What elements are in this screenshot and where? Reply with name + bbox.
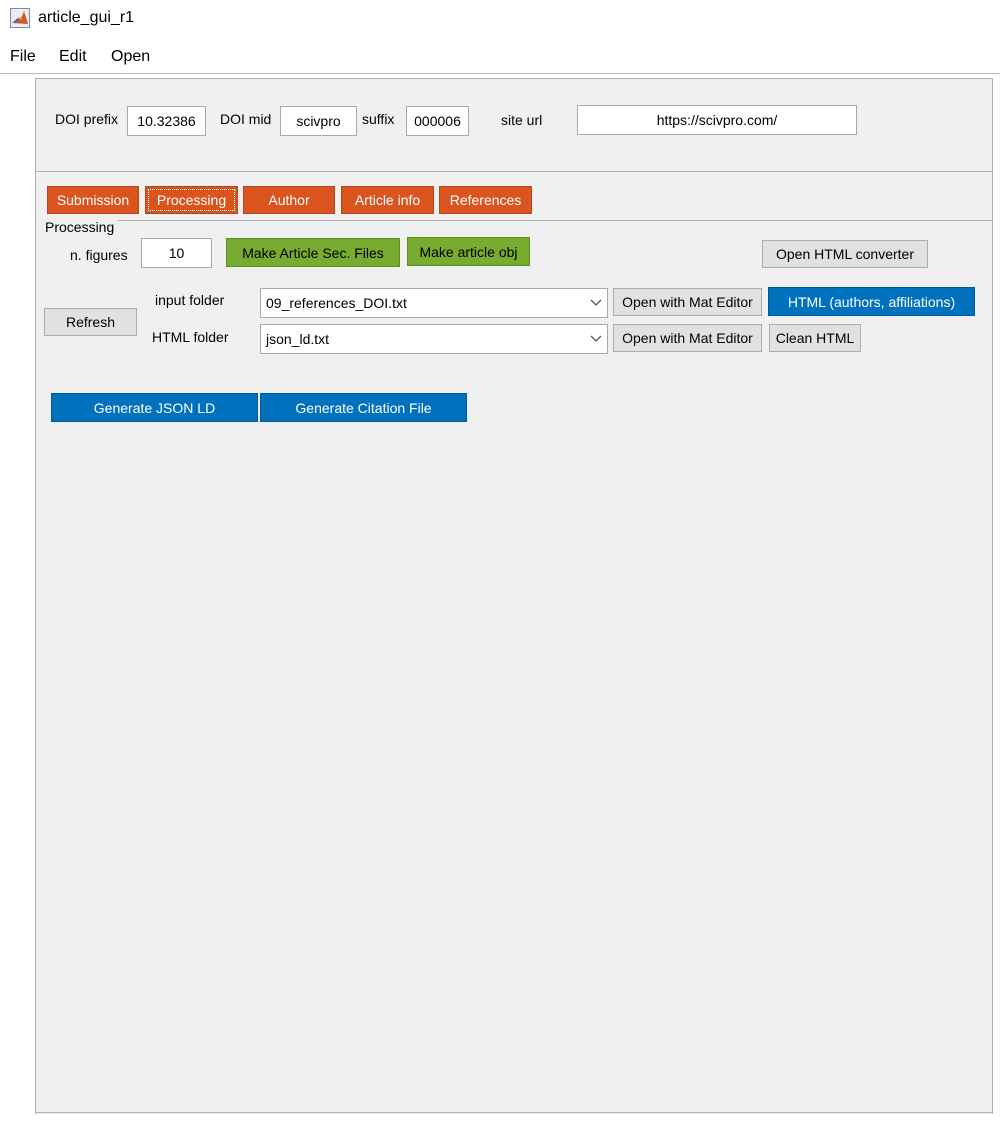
processing-group-title: Processing [43, 219, 117, 235]
open-with-mat-editor-input-button[interactable]: Open with Mat Editor [613, 288, 762, 316]
doi-mid-label: DOI mid [220, 111, 272, 127]
make-article-obj-button[interactable]: Make article obj [407, 237, 530, 266]
matlab-app-icon [10, 8, 30, 28]
doi-mid-input[interactable]: scivpro [280, 106, 357, 136]
doi-suffix-label: suffix [362, 111, 395, 127]
html-authors-affiliations-button[interactable]: HTML (authors, affiliations) [768, 287, 975, 316]
window-title-bar [0, 0, 1000, 38]
processing-group-border-left [35, 227, 36, 1113]
input-folder-dropdown[interactable]: 09_references_DOI.txt [260, 288, 608, 318]
clean-html-button[interactable]: Clean HTML [769, 324, 861, 352]
n-figures-input[interactable]: 10 [141, 238, 212, 268]
tab-submission[interactable]: Submission [47, 186, 139, 214]
open-html-converter-button[interactable]: Open HTML converter [762, 240, 928, 268]
figure-bottom-border [35, 1112, 993, 1113]
processing-group-border-top [118, 220, 993, 221]
refresh-button[interactable]: Refresh [44, 308, 137, 336]
generate-citation-file-button[interactable]: Generate Citation File [260, 393, 467, 422]
figure-area [35, 78, 993, 1114]
doi-suffix-input[interactable]: 000006 [406, 106, 469, 136]
chevron-down-icon [585, 325, 607, 353]
generate-json-ld-button[interactable]: Generate JSON LD [51, 393, 258, 422]
open-with-mat-editor-html-button[interactable]: Open with Mat Editor [613, 324, 762, 352]
html-folder-dropdown[interactable]: json_ld.txt [260, 324, 608, 354]
doi-prefix-input[interactable]: 10.32386 [127, 106, 206, 136]
menu-open[interactable]: Open [111, 48, 150, 66]
make-article-sec-files-button[interactable]: Make Article Sec. Files [226, 238, 400, 267]
chevron-down-icon [585, 289, 607, 317]
menu-file[interactable]: File [10, 48, 36, 66]
n-figures-label: n. figures [70, 247, 128, 263]
input-folder-value: 09_references_DOI.txt [266, 295, 407, 311]
doi-prefix-label: DOI prefix [55, 111, 119, 127]
tab-author[interactable]: Author [243, 186, 335, 214]
tab-article-info[interactable]: Article info [341, 186, 434, 214]
tab-processing[interactable]: Processing [145, 186, 238, 214]
doi-panel: DOI prefix 10.32386 DOI mid scivpro suff… [35, 78, 993, 172]
tab-references[interactable]: References [439, 186, 532, 214]
html-folder-label: HTML folder [152, 329, 229, 345]
menu-edit[interactable]: Edit [59, 48, 87, 66]
site-url-label: site url [501, 112, 543, 128]
html-folder-value: json_ld.txt [266, 331, 330, 347]
site-url-input[interactable]: https://scivpro.com/ [577, 105, 857, 135]
window-title: article_gui_r1 [38, 9, 135, 26]
input-folder-label: input folder [155, 292, 225, 308]
menu-bar: File Edit Open [0, 40, 1000, 74]
